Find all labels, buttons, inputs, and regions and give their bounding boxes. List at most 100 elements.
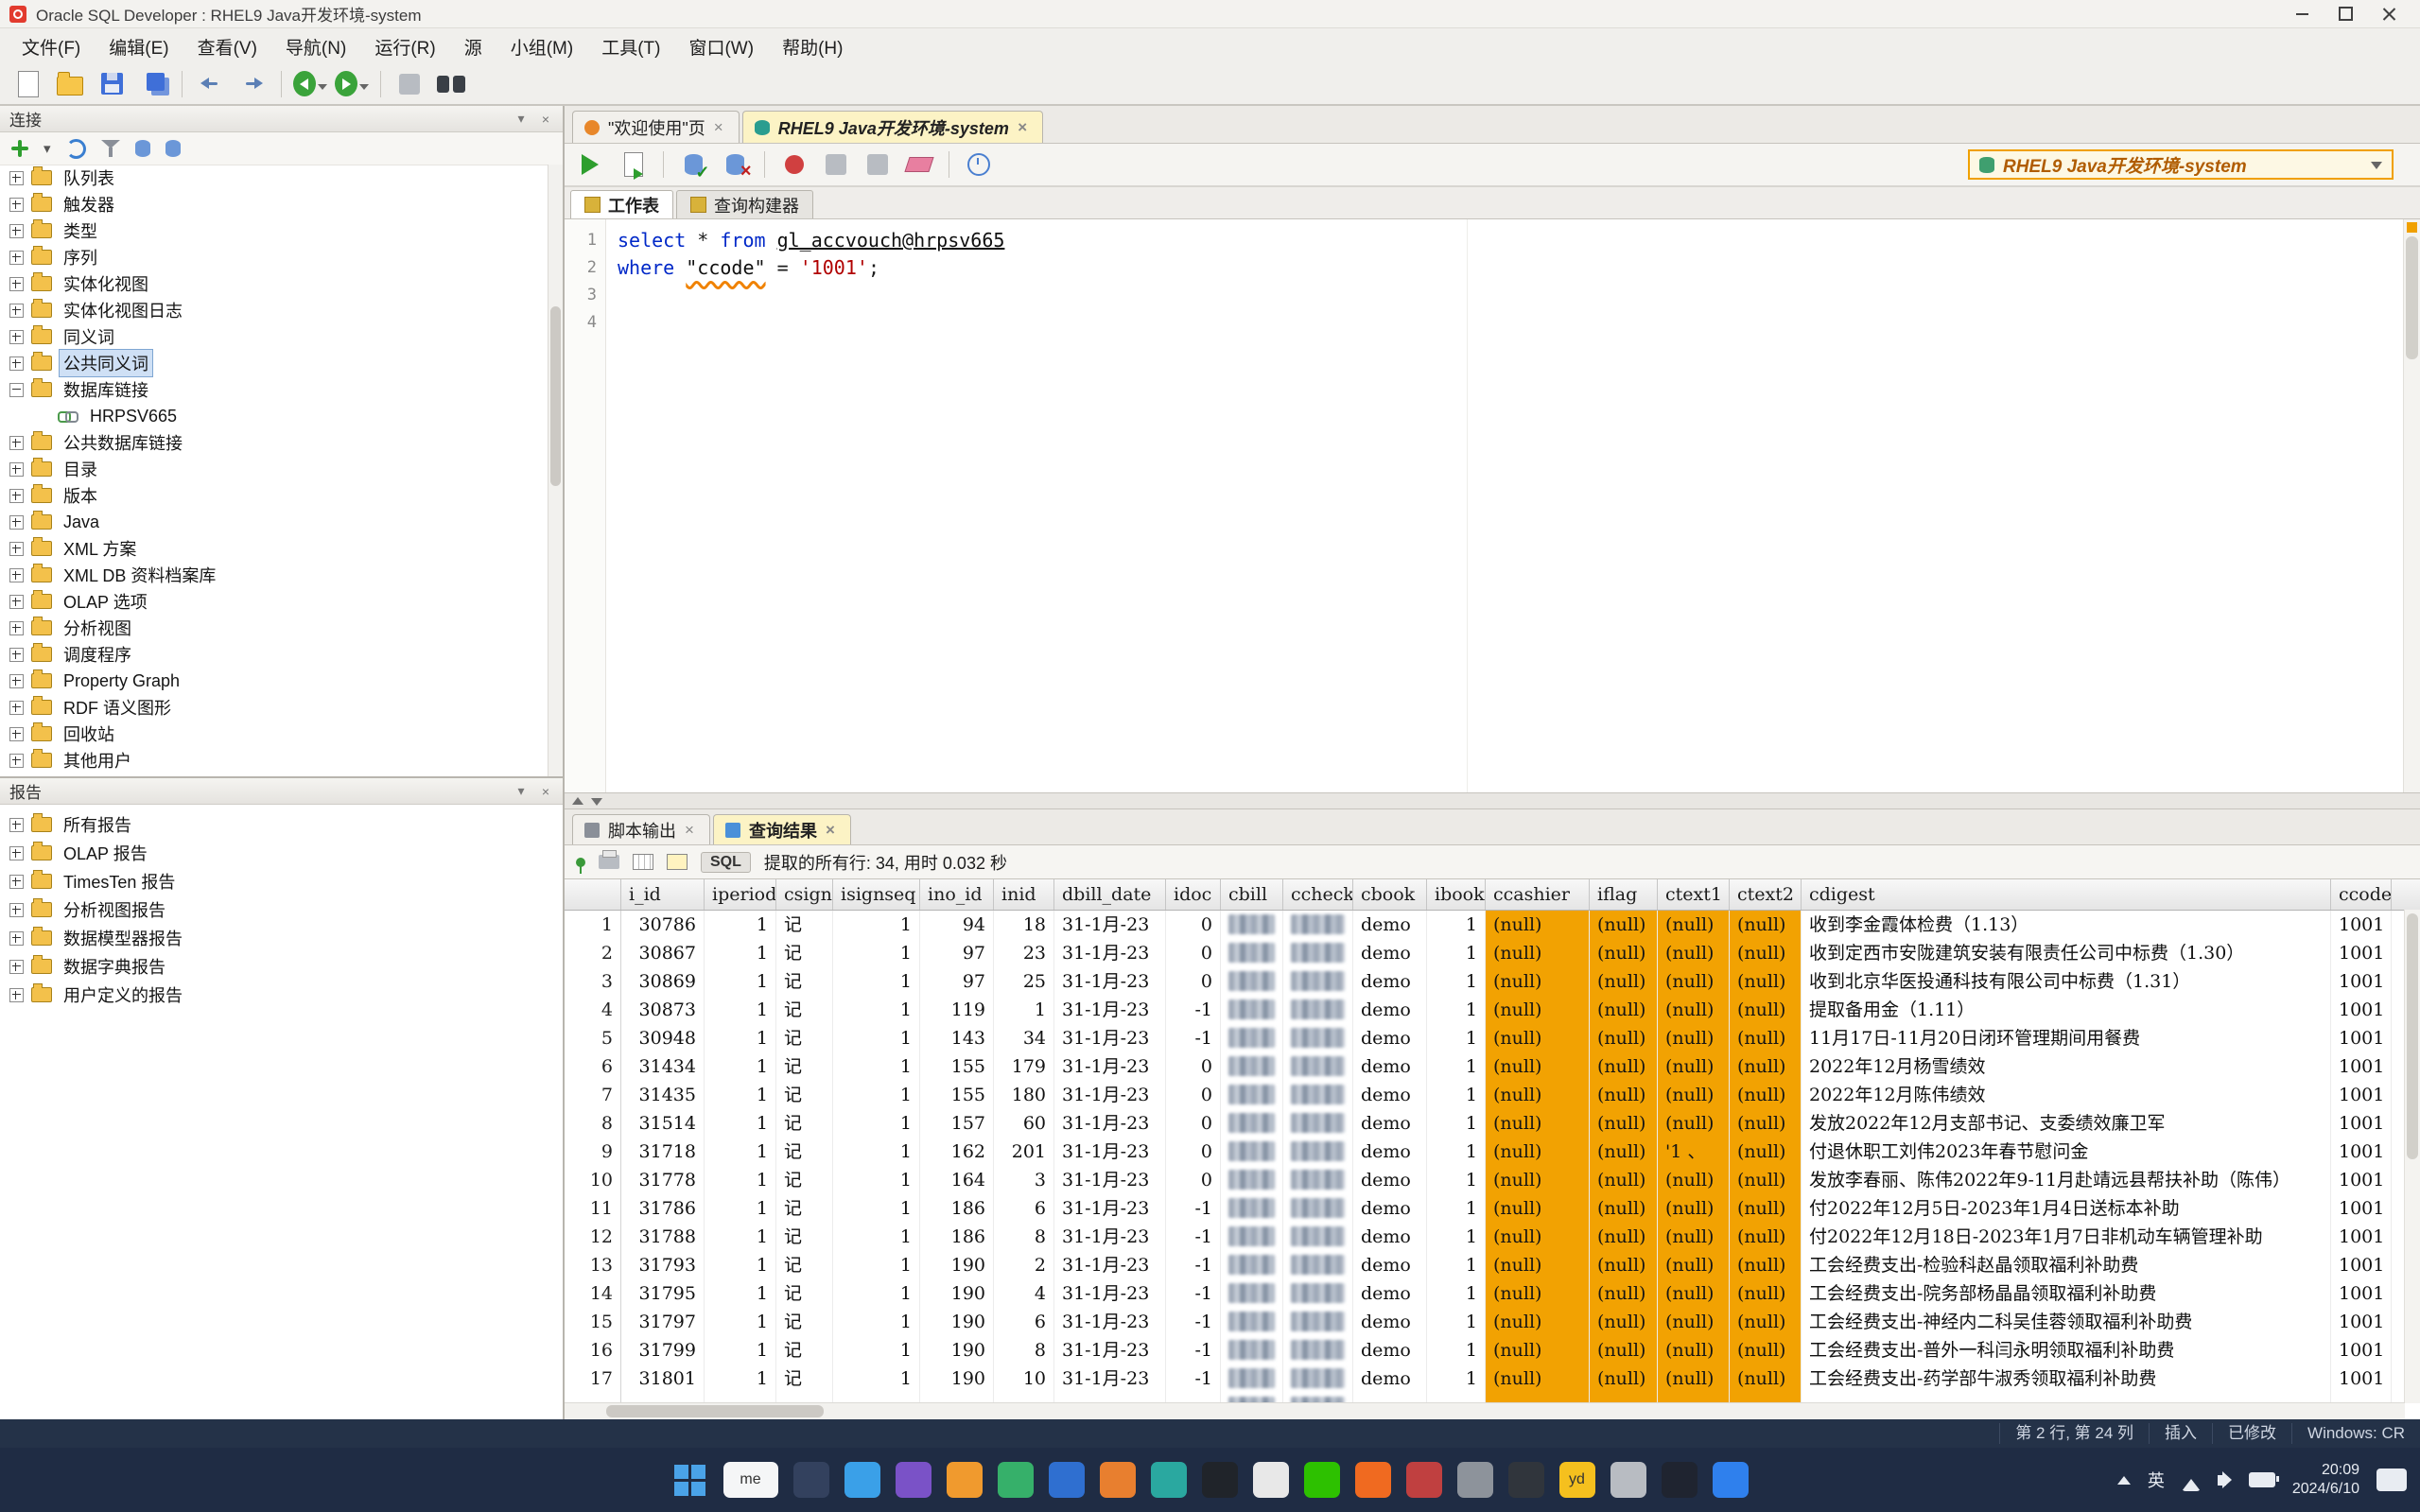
cell-ccode[interactable]: 1001 [2331, 1194, 2392, 1223]
cell-ibook[interactable]: 1 [1427, 911, 1486, 939]
cell-idoc[interactable]: -1 [1166, 1223, 1221, 1251]
cell-ibook[interactable]: 1 [1427, 996, 1486, 1024]
cell-ctext1[interactable]: (null) [1658, 1336, 1730, 1364]
table-row[interactable]: 5309481记11433431-1月-23-1demo1(null)(null… [565, 1024, 2420, 1052]
cell-ino_id[interactable]: 190 [920, 1336, 994, 1364]
column-header-ccheck[interactable]: ccheck [1283, 879, 1353, 910]
expand-icon[interactable] [9, 224, 24, 238]
app-qq[interactable] [1202, 1462, 1238, 1498]
cell-i_id[interactable]: 31778 [621, 1166, 705, 1194]
tree-scrollbar-thumb[interactable] [550, 306, 561, 486]
cell-iperiod[interactable]: 1 [705, 1194, 776, 1223]
report-item-0[interactable]: 所有报告 [0, 810, 563, 839]
row-number-cell[interactable]: 6 [565, 1052, 621, 1081]
cell-ctext2[interactable]: (null) [1730, 1109, 1802, 1138]
cell-ccashier[interactable]: (null) [1486, 1364, 1590, 1393]
cell-ccode[interactable]: 1001 [2331, 1081, 2392, 1109]
close-tab-icon[interactable] [826, 821, 839, 840]
speaker-icon[interactable] [2218, 1475, 2226, 1486]
tree-item-12[interactable]: 版本 [0, 482, 548, 509]
panel-menu-icon[interactable] [514, 112, 529, 127]
app-edge[interactable] [844, 1462, 880, 1498]
cell-cbill[interactable] [1221, 1194, 1283, 1223]
cell-csign[interactable]: 记 [776, 1279, 833, 1308]
table-row[interactable]: 8315141记11576031-1月-230demo1(null)(null)… [565, 1109, 2420, 1138]
cell-csign[interactable]: 记 [776, 1052, 833, 1081]
expand-icon[interactable] [9, 356, 24, 371]
cell-ctext2[interactable]: (null) [1730, 996, 1802, 1024]
sql-history-button[interactable] [963, 148, 995, 181]
filter-button[interactable] [101, 140, 120, 157]
cell-iperiod[interactable]: 1 [705, 1308, 776, 1336]
cell-i_id[interactable]: 31434 [621, 1052, 705, 1081]
cell-isignseq[interactable]: 1 [833, 939, 920, 967]
sql-editor[interactable]: 1234 select * from gl_accvouch@hrpsv665w… [565, 219, 2420, 792]
cell-ccashier[interactable]: (null) [1486, 1279, 1590, 1308]
cell-ccode[interactable]: 1001 [2331, 1308, 2392, 1336]
cell-i_id[interactable]: 31795 [621, 1279, 705, 1308]
grid-icon[interactable] [633, 854, 653, 870]
cell-cbill[interactable] [1221, 967, 1283, 996]
cell-ctext1[interactable]: (null) [1658, 1052, 1730, 1081]
cell-ccode[interactable]: 1001 [2331, 996, 2392, 1024]
row-number-cell[interactable]: 7 [565, 1081, 621, 1109]
cell-idoc[interactable]: -1 [1166, 1194, 1221, 1223]
worksheet-subtab-0[interactable]: 工作表 [570, 190, 673, 218]
cell-cbook[interactable]: demo [1353, 1223, 1427, 1251]
cell-cbill[interactable] [1221, 1024, 1283, 1052]
cell-ccode[interactable]: 1001 [2331, 1109, 2392, 1138]
cell-idoc[interactable]: -1 [1166, 1279, 1221, 1308]
cell-idoc[interactable]: 0 [1166, 1081, 1221, 1109]
app-teal[interactable] [1151, 1462, 1187, 1498]
app-yd[interactable]: yd [1559, 1462, 1595, 1498]
cell-ccode[interactable]: 1001 [2331, 1223, 2392, 1251]
close-tab-icon[interactable] [1018, 118, 1031, 137]
cell-ccode[interactable]: 1001 [2331, 1052, 2392, 1081]
report-item-6[interactable]: 用户定义的报告 [0, 981, 563, 1009]
cell-csign[interactable]: 记 [776, 1223, 833, 1251]
cell-ccashier[interactable]: (null) [1486, 1336, 1590, 1364]
pin-icon[interactable] [576, 858, 585, 867]
cell-dbill_date[interactable]: 31-1月-23 [1054, 1223, 1166, 1251]
cell-inid[interactable]: 8 [994, 1223, 1054, 1251]
cell-cbook[interactable]: demo [1353, 1194, 1427, 1223]
cell-cdigest[interactable]: 2022年12月陈伟绩效 [1802, 1081, 2331, 1109]
apply-filter-button[interactable] [165, 140, 181, 157]
cell-iperiod[interactable]: 1 [705, 1223, 776, 1251]
cell-dbill_date[interactable]: 31-1月-23 [1054, 1052, 1166, 1081]
grid-vertical-scrollbar[interactable] [2404, 910, 2420, 1403]
cell-ctext2[interactable]: (null) [1730, 939, 1802, 967]
cell-iperiod[interactable]: 1 [705, 911, 776, 939]
cell-ino_id[interactable]: 97 [920, 939, 994, 967]
cell-iflag[interactable]: (null) [1590, 1364, 1658, 1393]
cell-ccashier[interactable]: (null) [1486, 1251, 1590, 1279]
commit-button[interactable] [677, 148, 709, 181]
grid-vscroll-thumb[interactable] [2407, 913, 2418, 1159]
rollback-button[interactable] [719, 148, 751, 181]
cell-i_id[interactable]: 31801 [621, 1364, 705, 1393]
redo-button[interactable] [235, 67, 270, 101]
cell-ino_id[interactable]: 190 [920, 1364, 994, 1393]
cell-iflag[interactable]: (null) [1590, 1308, 1658, 1336]
cell-isignseq[interactable]: 1 [833, 1166, 920, 1194]
column-header-dbill_date[interactable]: dbill_date [1054, 879, 1166, 910]
cell-ctext2[interactable]: (null) [1730, 1279, 1802, 1308]
grid-horizontal-scrollbar[interactable] [565, 1402, 2405, 1419]
cell-cbook[interactable]: demo [1353, 1279, 1427, 1308]
app-firefox[interactable] [947, 1462, 983, 1498]
cell-i_id[interactable]: 31786 [621, 1194, 705, 1223]
cell-ino_id[interactable]: 190 [920, 1251, 994, 1279]
doc-tab-1[interactable]: RHEL9 Java开发环境-system [742, 111, 1043, 143]
back-button[interactable] [293, 67, 327, 101]
cancel-button[interactable] [778, 148, 810, 181]
cell-iflag[interactable]: (null) [1590, 911, 1658, 939]
cell-inid[interactable]: 3 [994, 1166, 1054, 1194]
cell-i_id[interactable]: 31514 [621, 1109, 705, 1138]
expand-icon[interactable] [9, 988, 24, 1002]
cell-ctext2[interactable]: (null) [1730, 967, 1802, 996]
cell-isignseq[interactable]: 1 [833, 1138, 920, 1166]
cell-ibook[interactable]: 1 [1427, 1251, 1486, 1279]
cell-iperiod[interactable]: 1 [705, 1081, 776, 1109]
expand-icon[interactable] [9, 875, 24, 889]
tree-item-7[interactable]: 公共同义词 [0, 350, 548, 376]
